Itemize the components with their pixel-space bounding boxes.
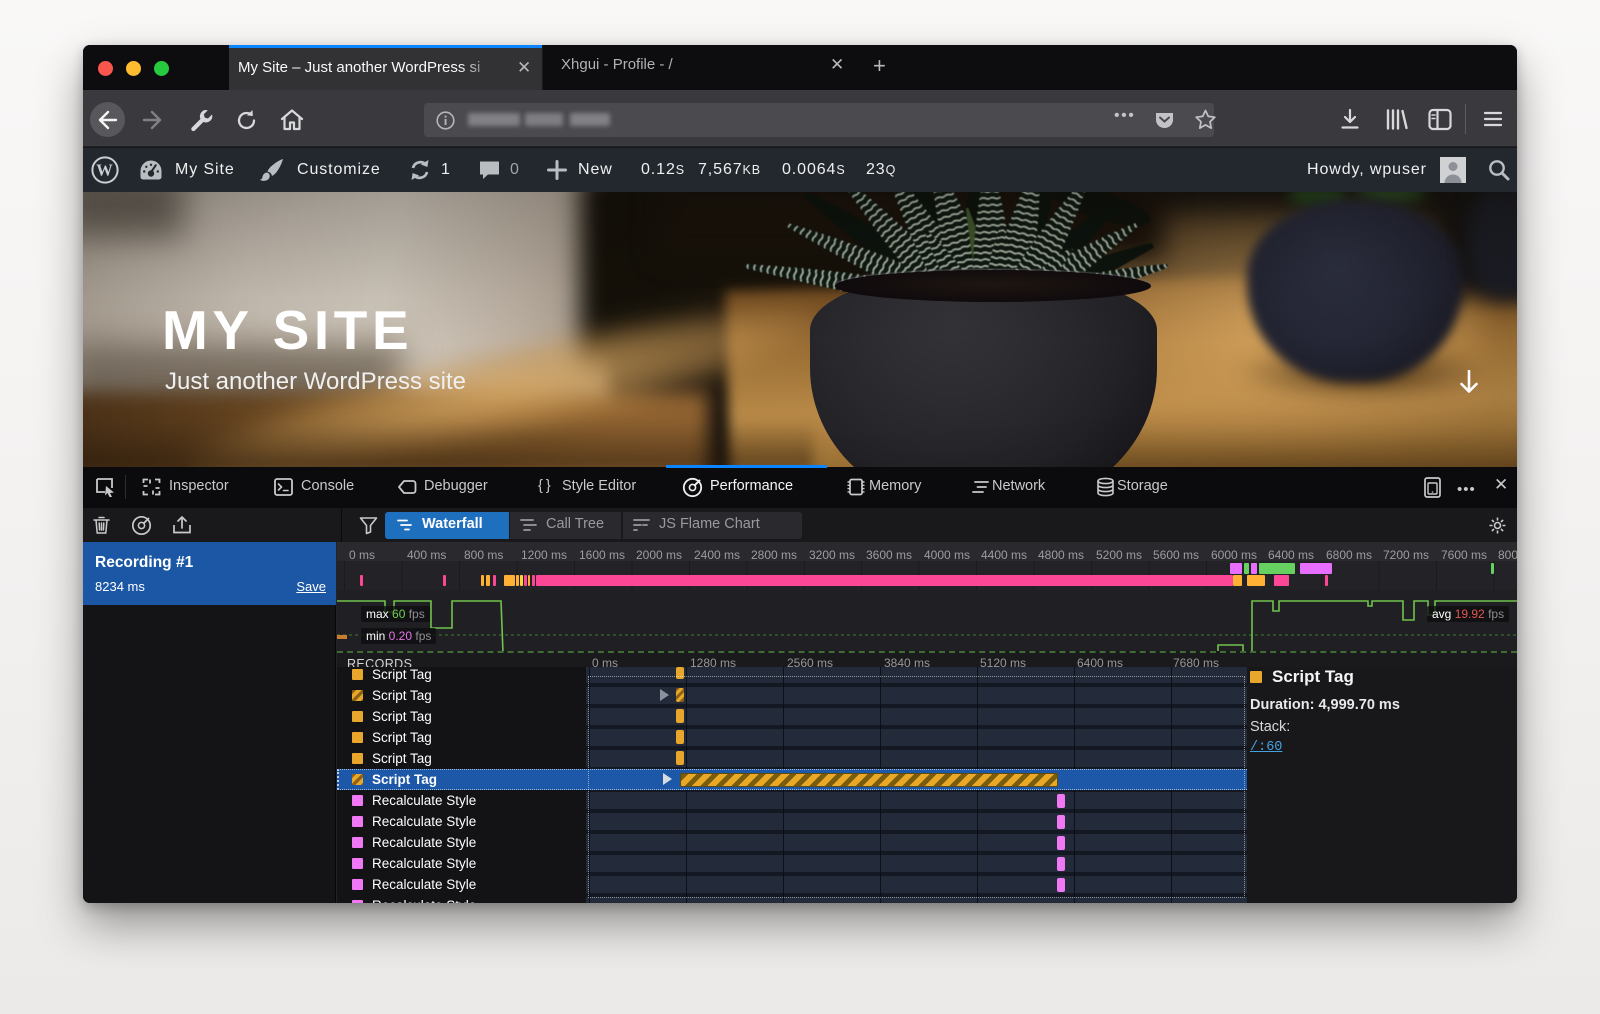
svg-text:W: W <box>96 161 113 180</box>
